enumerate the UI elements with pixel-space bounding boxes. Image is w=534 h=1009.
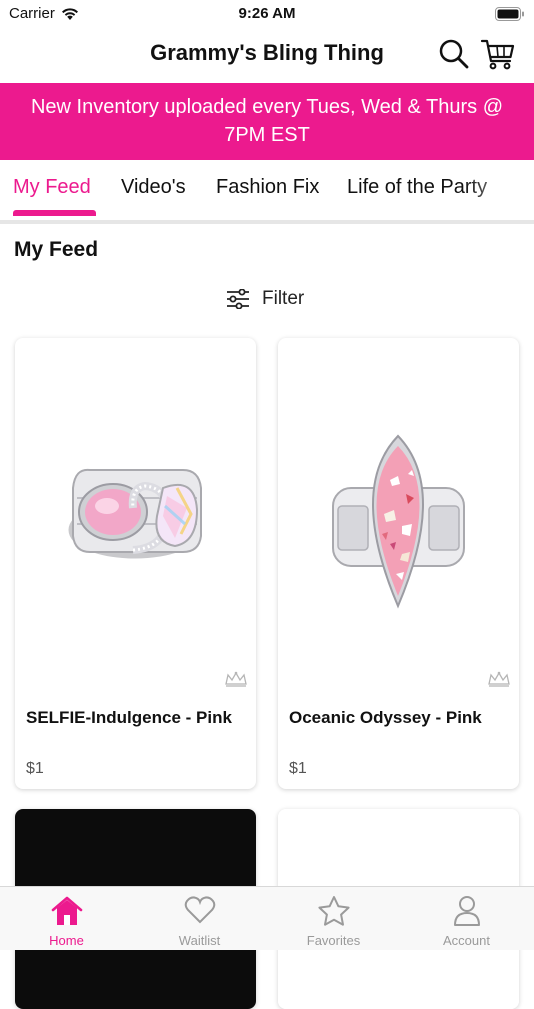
filter-label: Filter bbox=[262, 288, 305, 309]
product-name: SELFIE-Indulgence - Pink bbox=[26, 708, 232, 727]
product-price: $1 bbox=[289, 760, 307, 777]
crown-icon bbox=[488, 671, 510, 687]
status-bar: Carrier 9:26 AM bbox=[0, 0, 534, 28]
tabbar-waitlist-label: Waitlist bbox=[178, 933, 221, 948]
product-card[interactable]: SELFIE-Indulgence - Pink $1 bbox=[15, 338, 256, 789]
clock: 9:26 AM bbox=[238, 5, 296, 22]
bottom-tab-bar: Home Waitlist Favorites Account bbox=[0, 886, 534, 950]
tabbar-account[interactable]: Account bbox=[400, 887, 533, 951]
product-name: Oceanic Odyssey - Pink bbox=[289, 708, 482, 727]
tab-videos[interactable]: Video's bbox=[121, 176, 186, 199]
product-image bbox=[68, 468, 202, 559]
announcement-banner: New Inventory uploaded every Tues, Wed &… bbox=[0, 83, 534, 160]
tabbar-favorites[interactable]: Favorites bbox=[267, 887, 400, 951]
battery-icon bbox=[495, 7, 524, 21]
product-image bbox=[332, 434, 465, 609]
crown-icon bbox=[225, 671, 247, 687]
tabbar-home-label: Home bbox=[49, 933, 84, 948]
filter-button[interactable]: Filter bbox=[226, 288, 304, 310]
tabbar-account-label: Account bbox=[443, 933, 490, 948]
app-header: Grammy's Bling Thing bbox=[0, 28, 534, 83]
product-price: $1 bbox=[26, 760, 44, 777]
tabbar-waitlist[interactable]: Waitlist bbox=[133, 887, 266, 951]
star-icon bbox=[317, 896, 350, 926]
category-tabs: My Feed Video's Fashion Fix Life of the … bbox=[0, 160, 534, 224]
person-icon bbox=[453, 896, 480, 926]
cart-icon[interactable] bbox=[480, 36, 516, 72]
page-title: My Feed bbox=[14, 238, 99, 261]
heart-icon bbox=[184, 896, 215, 924]
home-icon bbox=[51, 896, 82, 925]
search-icon[interactable] bbox=[438, 38, 470, 70]
active-tab-indicator bbox=[13, 210, 96, 216]
tabbar-favorites-label: Favorites bbox=[306, 933, 361, 948]
product-card[interactable]: Oceanic Odyssey - Pink $1 bbox=[278, 338, 519, 789]
sliders-icon bbox=[227, 289, 249, 309]
tab-my-feed[interactable]: My Feed bbox=[13, 176, 91, 199]
tabs-fade-overlay bbox=[464, 160, 534, 220]
tabbar-home[interactable]: Home bbox=[0, 887, 133, 951]
tab-fashion-fix[interactable]: Fashion Fix bbox=[216, 176, 319, 199]
